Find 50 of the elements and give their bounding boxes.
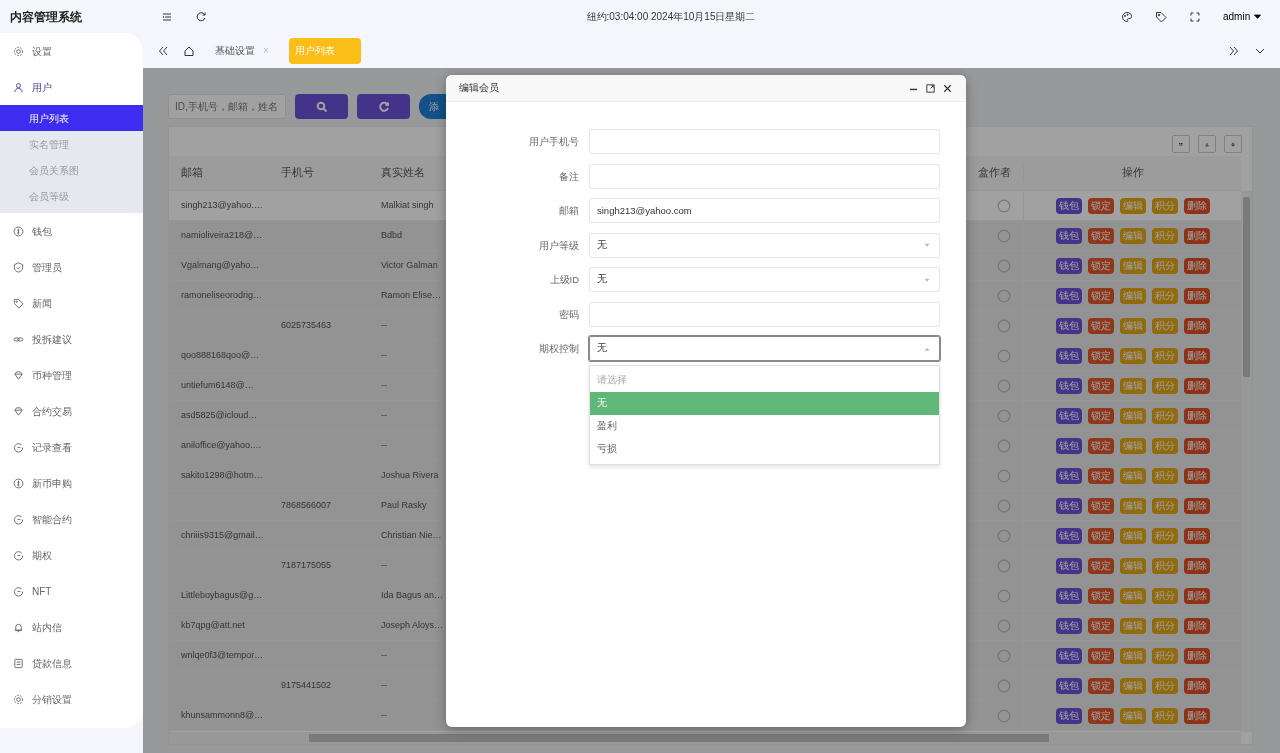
table-cell: -- bbox=[381, 679, 387, 690]
dialog-title: 编辑会员 bbox=[459, 80, 500, 95]
table-cell: Malkiat singh bbox=[381, 199, 434, 210]
table-cell: khunsammonn8@… bbox=[181, 709, 264, 720]
field-label: 密码 bbox=[558, 307, 579, 322]
table-cell: namioliveira218@… bbox=[181, 229, 263, 240]
table-cell: sakito1298@hotm… bbox=[181, 469, 263, 480]
table-cell: chriiis9315@gmail… bbox=[181, 529, 264, 540]
table-cell: Joshua Rivera bbox=[381, 469, 439, 480]
table-cell: 6025735463 bbox=[281, 319, 332, 330]
table-cell: ramoneliseorodrig… bbox=[181, 289, 263, 300]
column-header: 操作 bbox=[1120, 165, 1145, 181]
table-cell: -- bbox=[381, 439, 387, 450]
table-cell: untiefum6148@… bbox=[181, 379, 254, 390]
table-cell: 9175441502 bbox=[281, 679, 332, 690]
table-cell: asd5825@icloud… bbox=[181, 409, 258, 420]
table-cell: Paul Rasky bbox=[381, 499, 427, 510]
table-cell: -- bbox=[381, 709, 387, 720]
table-cell: Littleboybagus@g… bbox=[181, 589, 263, 600]
field-label: 上级ID bbox=[548, 273, 579, 287]
field-label: 邮箱 bbox=[558, 204, 579, 218]
table-cell: Victor Galman bbox=[381, 259, 438, 270]
table-cell: Joseph Aloys… bbox=[381, 619, 444, 630]
field-label: 备注 bbox=[558, 169, 579, 184]
table-cell: -- bbox=[381, 649, 387, 660]
table-cell: -- bbox=[381, 559, 387, 570]
field-label: 期权控制 bbox=[538, 342, 579, 356]
table-cell: -- bbox=[381, 409, 387, 420]
field-label: 用户手机号 bbox=[528, 135, 579, 149]
table-cell: kb7qpg@att.net bbox=[181, 619, 245, 630]
table-cell: Christian Nie… bbox=[381, 529, 442, 540]
table-cell: wnlqe0f3@tempor… bbox=[181, 649, 264, 660]
table-cell: Ida Bagus an… bbox=[381, 589, 444, 600]
table-cell: -- bbox=[381, 379, 387, 390]
table-cell: Bdbd bbox=[381, 229, 403, 240]
clock-text: 纽约:03:04:00 2024年10月15日星期二 bbox=[585, 10, 757, 24]
table-cell: Ramon Elise… bbox=[381, 289, 442, 300]
table-cell: Vgalmang@yaho… bbox=[181, 259, 260, 270]
table-cell: singh213@yahoo.… bbox=[181, 199, 263, 210]
table-cell: 7187175055 bbox=[281, 559, 332, 570]
table-cell: aniloffice@yahoo.… bbox=[181, 439, 262, 450]
table-cell: 7868566007 bbox=[281, 499, 332, 510]
column-header: 真实姓名 bbox=[380, 165, 426, 181]
app-title: 内容管理系统 bbox=[9, 9, 83, 26]
column-header: 邮箱 bbox=[180, 165, 204, 181]
table-cell: qoo888168qoo@… bbox=[181, 349, 260, 360]
table-cell: -- bbox=[381, 319, 387, 330]
table-cell: -- bbox=[381, 349, 387, 360]
field-label: 用户等级 bbox=[538, 238, 579, 253]
column-header: 手机号 bbox=[280, 165, 315, 181]
